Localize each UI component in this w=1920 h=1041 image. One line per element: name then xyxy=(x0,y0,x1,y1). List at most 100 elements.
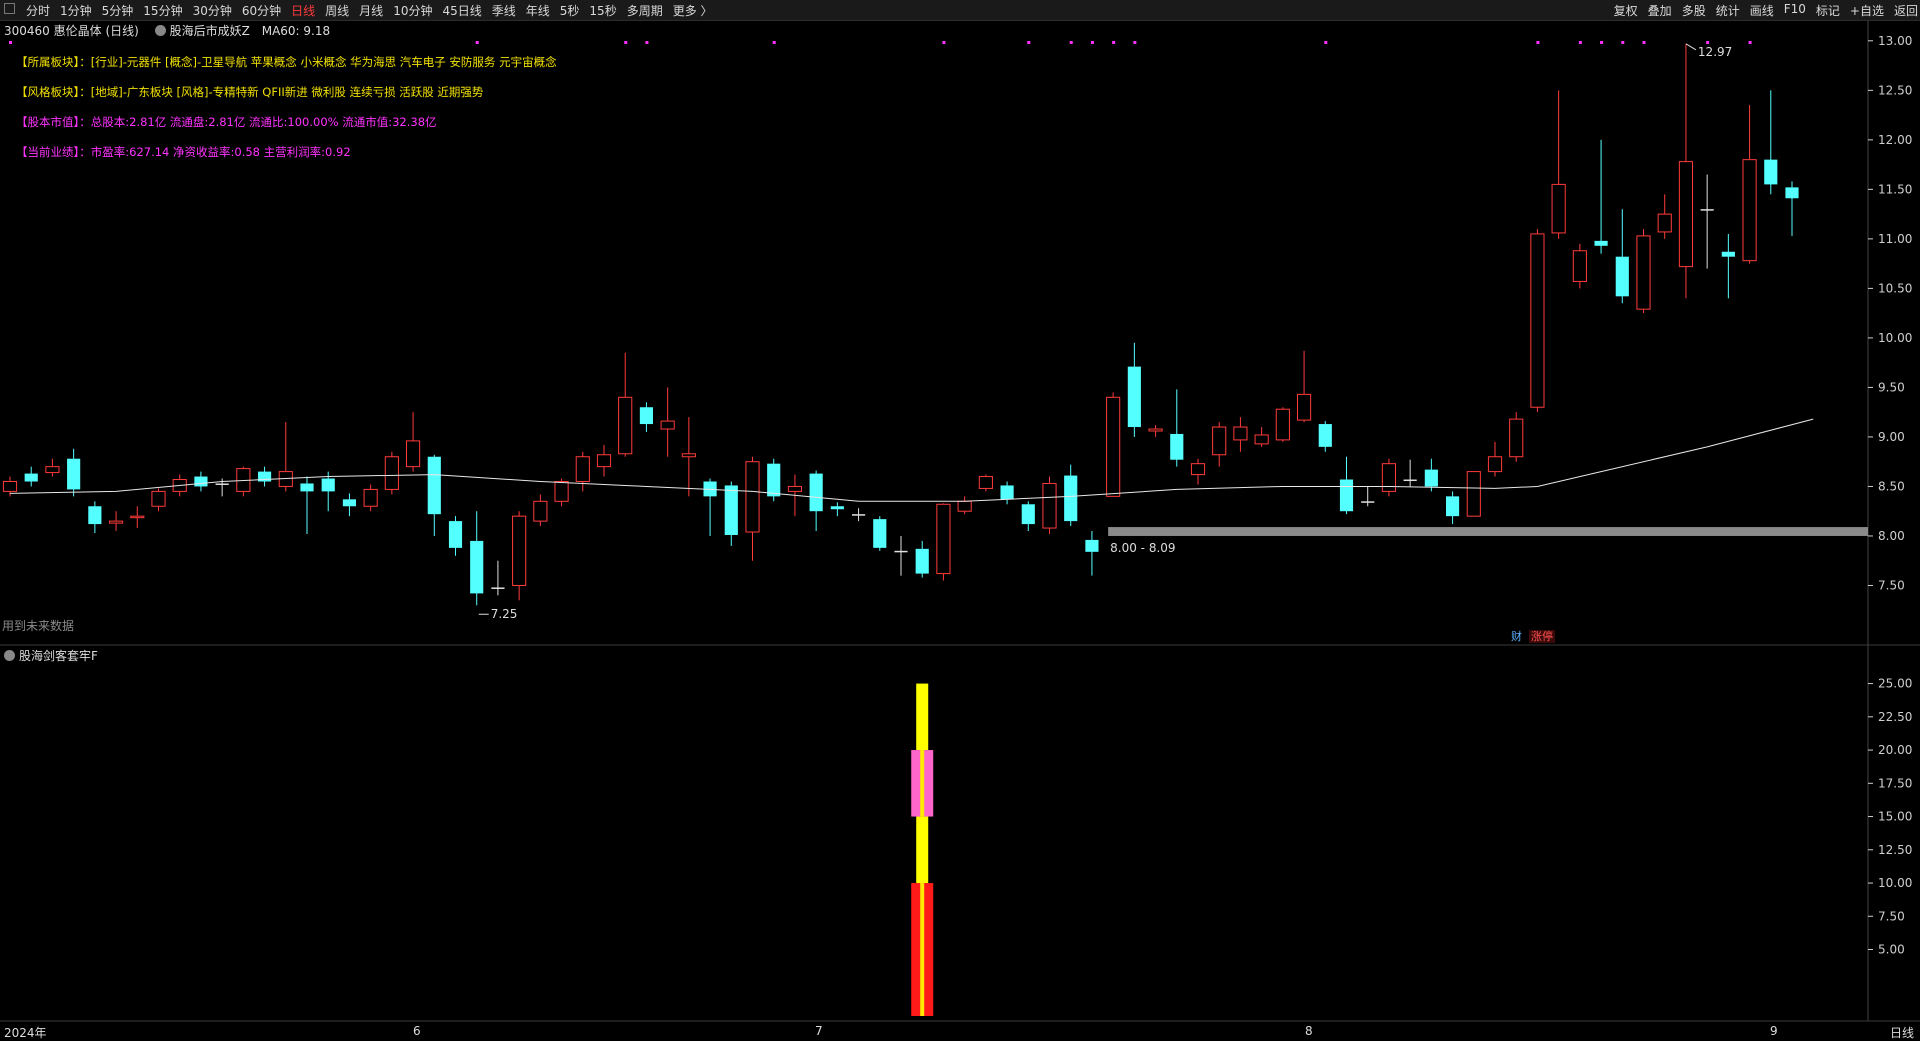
candle-body xyxy=(1424,469,1438,487)
price-tick-label: 10.50 xyxy=(1878,281,1912,295)
candle-body xyxy=(724,485,738,535)
price-tick-label: 7.50 xyxy=(1878,578,1905,592)
candle-body xyxy=(830,506,844,510)
candle-body xyxy=(1170,433,1184,460)
signal-dot xyxy=(1133,41,1137,44)
candle-body xyxy=(1190,463,1206,476)
candle-body xyxy=(1021,504,1035,525)
candle-body xyxy=(1000,485,1014,500)
candle-body xyxy=(1296,393,1312,421)
signal-bar-core xyxy=(920,883,925,1016)
candle-body xyxy=(554,481,569,502)
candle-body xyxy=(1572,250,1587,282)
candle-body xyxy=(575,456,590,483)
candle-body xyxy=(1212,426,1227,456)
candle-body xyxy=(1700,209,1714,211)
candle-body xyxy=(1678,161,1694,268)
zone-label: 8.00 - 8.09 xyxy=(1110,541,1175,555)
candle-body xyxy=(1148,428,1163,432)
candle-body xyxy=(2,481,18,492)
ma60-line xyxy=(9,418,1814,502)
sub-tick-label: 17.50 xyxy=(1878,776,1912,790)
price-tick-label: 13.00 xyxy=(1878,34,1912,48)
candle-body xyxy=(194,476,208,487)
period-indicator[interactable]: 日线 xyxy=(1890,1024,1914,1041)
candle-body xyxy=(1764,159,1778,185)
candle-body xyxy=(978,476,993,489)
candle-body xyxy=(363,488,378,507)
candle-body xyxy=(1509,418,1524,458)
signal-dot xyxy=(1112,41,1116,44)
candle-body xyxy=(1127,366,1141,428)
signal-dot xyxy=(475,41,479,44)
time-label-year: 2024年 xyxy=(4,1026,47,1040)
chart-canvas[interactable]: 13.00 12.50 12.00 11.50 11.00 10.50 10.00 9.50 9… xyxy=(0,0,1920,1041)
candle-body xyxy=(427,456,441,515)
signal-dot xyxy=(1600,41,1604,44)
price-tick-label: 8.50 xyxy=(1878,479,1905,493)
low-price-label: 7.25 xyxy=(491,607,518,621)
sub-tick-label: 12.50 xyxy=(1878,843,1912,857)
price-tick-label: 9.00 xyxy=(1878,430,1905,444)
candle-body xyxy=(151,490,166,507)
candle-body xyxy=(639,407,654,425)
signal-bar-core xyxy=(920,750,925,817)
candle-body xyxy=(1064,475,1078,522)
candle-body xyxy=(448,521,463,548)
candle-body xyxy=(787,485,803,492)
signal-dot xyxy=(942,41,946,44)
time-label-month: 9 xyxy=(1770,1024,1778,1038)
candle-body xyxy=(1657,213,1672,233)
candle-body xyxy=(1785,187,1799,199)
candle-body xyxy=(1361,501,1375,503)
candle-body xyxy=(596,454,612,468)
sub-tick-label: 10.00 xyxy=(1878,876,1912,890)
signal-dot xyxy=(1027,41,1031,44)
support-zone-band xyxy=(1108,527,1868,536)
candle-body xyxy=(873,519,887,548)
candle-body xyxy=(1085,539,1099,552)
candle-body xyxy=(851,514,866,516)
candle-body xyxy=(300,483,314,492)
candle-body xyxy=(1551,183,1566,234)
signal-dot xyxy=(9,41,12,44)
candle-body xyxy=(1594,240,1608,246)
signal-dot xyxy=(1621,41,1625,44)
candle-body xyxy=(1318,424,1332,447)
candle-body xyxy=(1445,496,1460,517)
signal-dot xyxy=(645,41,649,44)
candle-body xyxy=(1233,426,1248,441)
candle-body xyxy=(1042,482,1057,529)
time-label-month: 8 xyxy=(1305,1024,1313,1038)
price-tick-label: 8.00 xyxy=(1878,529,1905,543)
candle-body xyxy=(745,461,760,533)
candle-body xyxy=(957,500,972,512)
candle-body xyxy=(660,420,675,430)
time-label-month: 6 xyxy=(413,1024,421,1038)
candle-body xyxy=(405,440,421,468)
signal-dot xyxy=(1324,41,1328,44)
candle-body xyxy=(24,473,38,482)
signal-dot xyxy=(1642,41,1646,44)
signal-dot xyxy=(1578,41,1582,44)
sub-tick-label: 7.50 xyxy=(1878,909,1905,923)
candle-body xyxy=(108,520,124,524)
candle-body xyxy=(1742,159,1757,262)
signal-dot xyxy=(772,41,776,44)
candle-body xyxy=(1636,235,1651,310)
candle-body xyxy=(1721,251,1735,257)
candle-body xyxy=(1275,408,1290,441)
candle-body xyxy=(215,483,229,485)
candle-body xyxy=(936,503,951,575)
price-tick-label: 11.50 xyxy=(1878,182,1912,196)
candle-body xyxy=(384,456,399,490)
candle-body xyxy=(1530,233,1545,408)
sub-tick-label: 20.00 xyxy=(1878,743,1912,757)
candle-body xyxy=(681,453,696,458)
candle-body xyxy=(342,499,357,507)
candle-body xyxy=(491,587,505,589)
candle-body xyxy=(67,458,81,490)
sub-tick-label: 5.00 xyxy=(1878,943,1905,957)
candle-body xyxy=(1615,256,1629,297)
candle-body xyxy=(1339,479,1354,512)
